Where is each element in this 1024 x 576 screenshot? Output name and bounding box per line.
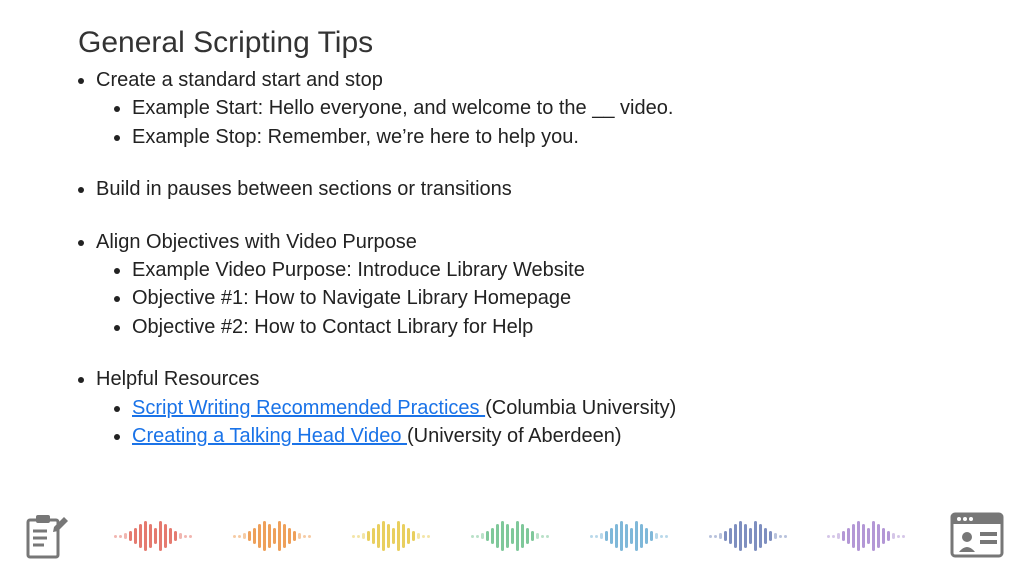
sub-bullet: Example Start: Hello everyone, and welco… [132,94,946,122]
sub-list: Example Start: Hello everyone, and welco… [96,94,946,151]
waveform-icon [590,521,668,551]
sub-bullet: Example Video Purpose: Introduce Library… [132,256,946,284]
bullet-list: Create a standard start and stop Example… [78,66,946,450]
footer-icon-row [20,510,1004,562]
spacer [96,204,946,228]
bullet-item: Align Objectives with Video Purpose Exam… [96,228,946,342]
waveform-icon [471,521,549,551]
slide-title: General Scripting Tips [78,26,946,60]
bullet-item: Create a standard start and stop Example… [96,66,946,151]
resource-link-talking-head[interactable]: Creating a Talking Head Video [132,425,407,447]
bullet-item: Helpful Resources Script Writing Recomme… [96,365,946,450]
sub-bullet: Creating a Talking Head Video (Universit… [132,422,946,450]
bullet-text: Align Objectives with Video Purpose [96,231,417,253]
presentation-screen-icon [950,512,1004,560]
sub-bullet: Example Stop: Remember, we’re here to he… [132,123,946,151]
spacer [96,341,946,365]
bullet-text: Create a standard start and stop [96,69,383,91]
sub-list: Example Video Purpose: Introduce Library… [96,256,946,341]
resource-source: (Columbia University) [485,397,676,419]
slide-body: General Scripting Tips Create a standard… [0,0,1024,450]
sub-bullet: Objective #1: How to Navigate Library Ho… [132,284,946,312]
bullet-text: Helpful Resources [96,368,259,390]
sub-list: Script Writing Recommended Practices (Co… [96,394,946,451]
resource-link-script-writing[interactable]: Script Writing Recommended Practices [132,397,485,419]
resource-source: (University of Aberdeen) [407,425,622,447]
waveform-icon [233,521,311,551]
waveform-icon [114,521,192,551]
waveform-row [70,521,950,551]
waveform-icon [709,521,787,551]
waveform-icon [827,521,905,551]
clipboard-icon [20,511,70,561]
bullet-item: Build in pauses between sections or tran… [96,175,946,203]
waveform-icon [352,521,430,551]
sub-bullet: Objective #2: How to Contact Library for… [132,313,946,341]
spacer [96,151,946,175]
sub-bullet: Script Writing Recommended Practices (Co… [132,394,946,422]
